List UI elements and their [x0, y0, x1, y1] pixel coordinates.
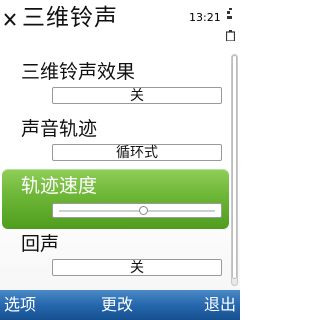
- setting-label-sound-trajectory: 声音轨迹: [21, 118, 98, 140]
- clock: 13:21: [189, 11, 221, 24]
- softkey-bar: 选项 更改 退出: [0, 290, 240, 320]
- slider-rail: [59, 210, 215, 212]
- setting-value-echo[interactable]: 关: [52, 259, 222, 276]
- setting-label-trajectory-speed: 轨迹速度: [21, 175, 98, 197]
- setting-label-echo: 回声: [21, 233, 60, 255]
- scrollbar-thumb[interactable]: [232, 55, 237, 279]
- battery-icon: [226, 8, 235, 41]
- setting-value-sound-trajectory[interactable]: 循环式: [52, 144, 222, 161]
- page-title: 三维铃声: [22, 5, 118, 31]
- trajectory-speed-slider[interactable]: [52, 203, 222, 218]
- setting-value-3d-ringtone-effect[interactable]: 关: [52, 87, 222, 104]
- close-icon[interactable]: [3, 8, 17, 30]
- slider-thumb[interactable]: [139, 206, 149, 215]
- change-softkey[interactable]: 更改: [101, 290, 133, 320]
- exit-softkey[interactable]: 退出: [204, 290, 236, 320]
- scrollbar[interactable]: [231, 54, 238, 286]
- setting-label-3d-ringtone-effect: 三维铃声效果: [21, 61, 136, 83]
- title-bar: 三维铃声 13:21: [0, 0, 240, 41]
- options-softkey[interactable]: 选项: [4, 290, 36, 320]
